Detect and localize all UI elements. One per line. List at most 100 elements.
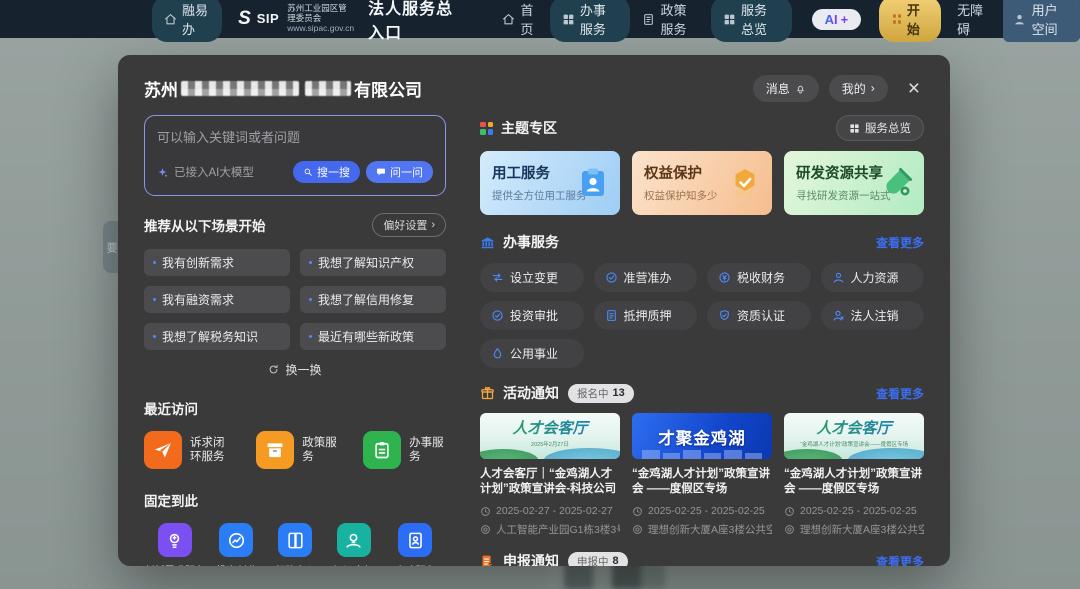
service-item-label: 资质认证 [737, 307, 785, 324]
banner-subtitle: “金鸡湖人才计划”政策宣讲会——度假区专场 [784, 440, 924, 448]
pinned-item-label: 创新需求服务 [144, 563, 205, 566]
service-item[interactable]: 投资审批 [480, 301, 584, 330]
refresh-button[interactable]: 换一换 [144, 361, 446, 378]
recent-item[interactable]: 诉求闭环服务 [144, 431, 232, 469]
service-item[interactable]: 设立变更 [480, 263, 584, 292]
ask-button[interactable]: 问一问 [366, 161, 433, 183]
nav-home[interactable]: 首页 [502, 0, 538, 38]
ask-button-label: 问一问 [390, 164, 423, 180]
recent-item-label: 诉求闭环服务 [190, 436, 232, 465]
service-item[interactable]: 人力资源 [821, 263, 925, 292]
location-ring-icon [632, 524, 643, 535]
scenario-label: 最近有哪些新政策 [318, 328, 414, 345]
declaration-doc-icon [480, 554, 495, 567]
clipboard-icon [363, 431, 401, 469]
preferences-button[interactable]: 偏好设置 › [372, 213, 446, 237]
user-space-button[interactable]: 用户空间 [1003, 0, 1080, 42]
activity-card[interactable]: 人才会客厅2025年2月27日人才会客厅｜“金鸡湖人才计划”政策宣讲会-科技公司… [480, 413, 620, 537]
side-tab[interactable]: 要 [103, 221, 119, 273]
search-button[interactable]: 搜一搜 [293, 161, 360, 183]
accessibility-link[interactable]: 无障碍 [957, 0, 989, 38]
messages-button[interactable]: 消息 [753, 75, 819, 102]
mine-button[interactable]: 我的 › [829, 75, 888, 102]
service-item[interactable]: 公用事业 [480, 339, 584, 368]
search-input[interactable]: 可以输入关键词或者问题 [157, 127, 433, 146]
clipboard-person-icon [576, 166, 610, 200]
bulb-icon [158, 523, 192, 557]
search-box: 可以输入关键词或者问题 已接入AI大模型 搜一搜 问一问 [144, 115, 446, 196]
nav-overview[interactable]: 服务总览 [711, 0, 792, 42]
doc-person-icon [406, 531, 425, 550]
service-item-label: 抵押质押 [624, 307, 672, 324]
pinned-item[interactable]: 投资创业 [209, 523, 264, 566]
pinned-item-label: 人才服务 [395, 563, 436, 566]
activity-title: “金鸡湖人才计划”政策宣讲会 ——度假区专场 [784, 467, 924, 497]
service-item[interactable]: 税收财务 [707, 263, 811, 292]
medal-icon [728, 166, 762, 200]
activity-banner-image: 人才会客厅2025年2月27日 [480, 413, 620, 459]
declarations-more-link[interactable]: 查看更多 [876, 553, 924, 567]
service-item[interactable]: 法人注销 [821, 301, 925, 330]
pinned-item[interactable]: 人才服务 [385, 523, 446, 566]
service-item[interactable]: 准营准办 [594, 263, 698, 292]
bullet-dot [153, 261, 156, 264]
scenario-button[interactable]: 最近有哪些新政策 [300, 323, 446, 350]
location-ring-icon [480, 524, 491, 535]
check-circle-icon [491, 309, 504, 322]
bank-icon [480, 235, 495, 250]
ai-plus-sign: + [841, 12, 849, 27]
bulb-book-icon [344, 531, 363, 550]
service-item[interactable]: 资质认证 [707, 301, 811, 330]
activity-location-row: 人工智能产业园G1栋3楼3号会… [480, 522, 620, 537]
service-overview-button[interactable]: 服务总览 [836, 115, 924, 141]
search-icon [303, 167, 313, 177]
ai-plus-button[interactable]: AI + [812, 9, 862, 30]
recent-item[interactable]: 办事服务 [363, 431, 446, 469]
activity-card[interactable]: 才聚金鸡湖“金鸡湖人才计划”政策宣讲会 ——度假区专场2025-02-25 - … [632, 413, 772, 537]
logo-url: www.sipac.gov.cn [287, 24, 354, 34]
nav-services[interactable]: 办事服务 [550, 0, 631, 42]
theme-card[interactable]: 研发资源共享寻找研发资源一站式 [784, 151, 924, 215]
scenario-button[interactable]: 我有融资需求 [144, 286, 290, 313]
book-icon [286, 531, 305, 550]
pinned-item[interactable]: 帮助中心 [268, 523, 323, 566]
refresh-label: 换一换 [285, 361, 321, 378]
company-title: 苏州 有限公司 [144, 76, 422, 101]
swap-icon [491, 271, 504, 284]
banner-skyline [632, 449, 772, 459]
theme-card[interactable]: 权益保护权益保护知多少 [632, 151, 772, 215]
chevron-right-icon: › [871, 81, 875, 95]
top-navigation-bar: 融易办 S SIP 苏州工业园区管理委员会 www.sipac.gov.cn 法… [0, 0, 1080, 38]
services-more-link[interactable]: 查看更多 [876, 234, 924, 251]
drop-icon [491, 347, 504, 360]
modal-header: 苏州 有限公司 消息 我的 › × [144, 68, 924, 108]
nav-policy[interactable]: 政策服务 [642, 0, 699, 38]
pinned-item[interactable]: 创新需求服务 [144, 523, 205, 566]
close-icon[interactable]: × [904, 78, 924, 99]
activity-date-row: 2025-02-25 - 2025-02-25 [632, 505, 772, 517]
document-icon [642, 13, 655, 26]
pinned-item-label: 投资创业 [216, 563, 257, 566]
scenario-button[interactable]: 我想了解信用修复 [300, 286, 446, 313]
activities-more-link[interactable]: 查看更多 [876, 385, 924, 402]
home-icon [502, 13, 515, 26]
pinned-title: 固定到此 [144, 490, 446, 510]
theme-cards: 用工服务提供全方位用工服务权益保护权益保护知多少研发资源共享寻找研发资源一站式 [480, 151, 924, 215]
bullet-dot [309, 298, 312, 301]
service-item[interactable]: 抵押质押 [594, 301, 698, 330]
scenario-button[interactable]: 我想了解知识产权 [300, 249, 446, 276]
rongyiban-button[interactable]: 融易办 [152, 0, 222, 42]
start-button[interactable]: 开始 [879, 0, 941, 42]
recent-item[interactable]: 政策服务 [256, 431, 339, 469]
service-item-label: 投资审批 [510, 307, 558, 324]
activity-banner-image: 人才会客厅“金鸡湖人才计划”政策宣讲会——度假区专场 [784, 413, 924, 459]
nav-services-label: 办事服务 [580, 0, 619, 38]
pinned-item[interactable]: 知识产权 [326, 523, 381, 566]
service-item-label: 法人注销 [851, 307, 899, 324]
location-ring-icon [784, 524, 795, 535]
scenario-button[interactable]: 我有创新需求 [144, 249, 290, 276]
sip-logo: S SIP 苏州工业园区管理委员会 www.sipac.gov.cn [238, 4, 354, 33]
theme-card[interactable]: 用工服务提供全方位用工服务 [480, 151, 620, 215]
activity-card[interactable]: 人才会客厅“金鸡湖人才计划”政策宣讲会——度假区专场“金鸡湖人才计划”政策宣讲会… [784, 413, 924, 537]
scenario-button[interactable]: 我想了解税务知识 [144, 323, 290, 350]
